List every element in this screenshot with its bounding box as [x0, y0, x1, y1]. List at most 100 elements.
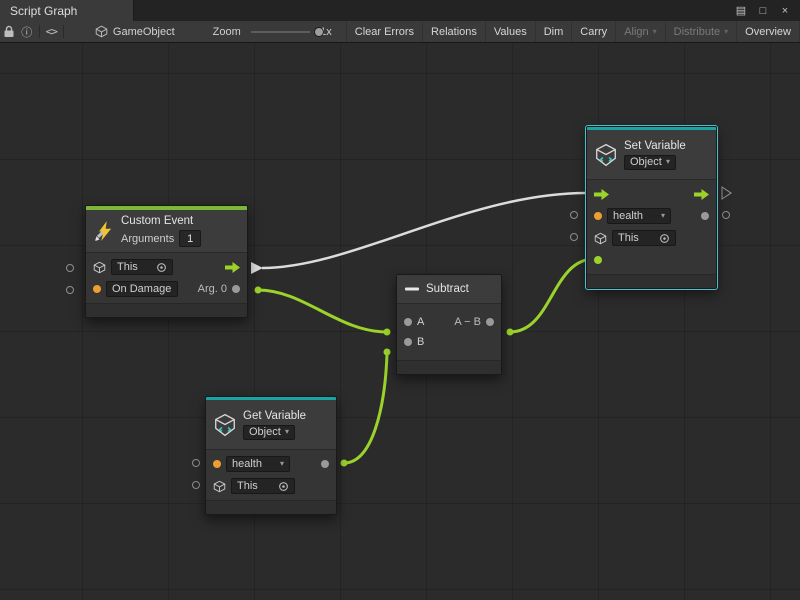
- values-label: Values: [494, 26, 527, 38]
- target-value: This: [618, 232, 655, 244]
- wire-endpoint: [384, 349, 391, 356]
- cube-icon: [93, 261, 106, 274]
- variable-kind-dropdown[interactable]: Object ▾: [243, 425, 295, 440]
- node-custom-event[interactable]: Custom Event Arguments 1 This: [85, 205, 248, 318]
- value-in-port[interactable]: [594, 256, 602, 264]
- free-port[interactable]: [571, 212, 578, 219]
- close-icon[interactable]: ×: [776, 5, 794, 17]
- input-b-port[interactable]: [404, 338, 412, 346]
- flow-in-port[interactable]: [594, 189, 609, 200]
- wire-endpoint: [255, 287, 262, 294]
- arguments-input[interactable]: 1: [179, 230, 201, 247]
- lock-icon-svg: [3, 25, 15, 38]
- toolbar-separator: [63, 25, 64, 38]
- wire-getvariable-subtract-b: [344, 354, 387, 463]
- clear-errors-button[interactable]: Clear Errors: [346, 21, 422, 42]
- align-button: Align▾: [615, 21, 664, 42]
- align-label: Align: [624, 26, 648, 38]
- value-out-port[interactable]: [701, 212, 709, 220]
- clear-errors-label: Clear Errors: [355, 26, 414, 38]
- node-subtract[interactable]: Subtract A A − B B: [396, 274, 502, 375]
- code-view-icon[interactable]: <>: [42, 21, 60, 42]
- free-port[interactable]: [193, 460, 200, 467]
- flow-out-port[interactable]: [694, 189, 709, 200]
- flow-wire-arrow: [251, 262, 263, 274]
- toolbar-separator: [39, 25, 40, 38]
- target-dropdown[interactable]: This: [111, 259, 173, 275]
- title-bar: Script Graph ▤ □ ×: [0, 0, 800, 21]
- dim-button[interactable]: Dim: [535, 21, 572, 42]
- variable-kind-dropdown[interactable]: Object ▾: [624, 155, 676, 170]
- target-dropdown[interactable]: This: [612, 230, 676, 246]
- node-footer: [397, 360, 501, 374]
- graph-toolbar: ⓘ <> GameObject Zoom 1x Clear Errors Rel…: [0, 21, 800, 43]
- carry-button[interactable]: Carry: [571, 21, 615, 42]
- node-title: Get Variable: [243, 410, 306, 422]
- cube-icon: [594, 232, 607, 245]
- free-port[interactable]: [723, 212, 730, 219]
- node-footer: [86, 303, 247, 317]
- node-footer: [587, 274, 716, 288]
- free-port[interactable]: [67, 265, 74, 272]
- info-icon[interactable]: ⓘ: [18, 21, 36, 42]
- result-out-port[interactable]: [486, 318, 494, 326]
- target-row: This: [86, 256, 247, 278]
- chevron-down-icon: ▾: [280, 460, 284, 468]
- target-value: This: [237, 480, 274, 492]
- free-flow-port[interactable]: [722, 187, 731, 199]
- subtract-row-b: B: [397, 332, 501, 352]
- overview-button[interactable]: Overview: [736, 21, 800, 42]
- free-port[interactable]: [67, 287, 74, 294]
- node-set-variable[interactable]: Set Variable Object ▾ health: [586, 126, 717, 289]
- relations-button[interactable]: Relations: [422, 21, 485, 42]
- target-value: This: [117, 261, 152, 273]
- target-picker-icon[interactable]: [659, 233, 670, 244]
- arg-out-port[interactable]: [232, 285, 240, 293]
- node-title: Set Variable: [624, 140, 686, 152]
- lock-icon[interactable]: [0, 21, 18, 42]
- tab-script-graph[interactable]: Script Graph: [0, 0, 134, 21]
- window-menu-icon[interactable]: ▤: [732, 4, 750, 17]
- input-a-port[interactable]: [404, 318, 412, 326]
- event-name-port[interactable]: [93, 285, 101, 293]
- flow-row: [587, 183, 716, 205]
- target-picker-icon[interactable]: [156, 262, 167, 273]
- wire-flow-customevent-setvariable: [262, 193, 586, 268]
- wire-endpoint: [507, 329, 514, 336]
- chevron-down-icon: ▾: [661, 212, 665, 220]
- target-picker-icon[interactable]: [278, 481, 289, 492]
- distribute-label: Distribute: [674, 26, 720, 38]
- event-row: On Damage Arg. 0: [86, 278, 247, 300]
- flow-out-port[interactable]: [225, 262, 240, 273]
- variable-icon: [213, 413, 237, 437]
- event-name-chip[interactable]: On Damage: [106, 281, 178, 297]
- value-out-port[interactable]: [321, 460, 329, 468]
- subtract-icon: [404, 281, 420, 297]
- variable-name-dropdown[interactable]: health ▾: [607, 208, 671, 224]
- carry-label: Carry: [580, 26, 607, 38]
- variable-name-port[interactable]: [594, 212, 602, 220]
- tab-label: Script Graph: [10, 4, 77, 18]
- target-dropdown[interactable]: This: [231, 478, 295, 494]
- node-get-variable[interactable]: Get Variable Object ▾ health ▾: [205, 396, 337, 515]
- free-port[interactable]: [193, 482, 200, 489]
- zoom-slider[interactable]: [251, 26, 310, 38]
- variable-name-port[interactable]: [213, 460, 221, 468]
- graph-canvas[interactable]: Custom Event Arguments 1 This: [0, 43, 800, 600]
- node-footer: [206, 500, 336, 514]
- gameobject-label: GameObject: [113, 26, 175, 38]
- wire-arg0-subtract-a: [258, 290, 387, 332]
- toolbar-button-strip: Clear Errors Relations Values Dim Carry …: [346, 21, 800, 42]
- values-button[interactable]: Values: [485, 21, 535, 42]
- zoom-slider-handle[interactable]: [314, 27, 324, 37]
- output-label: A − B: [454, 316, 481, 328]
- maximize-icon[interactable]: □: [754, 5, 772, 17]
- chevron-down-icon: ▾: [666, 158, 670, 166]
- free-port[interactable]: [571, 234, 578, 241]
- gameobject-reference[interactable]: GameObject: [95, 25, 175, 38]
- wire-endpoint: [341, 460, 348, 467]
- distribute-button: Distribute▾: [665, 21, 736, 42]
- wire-subtract-setvariable-value: [510, 259, 594, 332]
- variable-name-row: health ▾: [587, 205, 716, 227]
- variable-name-dropdown[interactable]: health ▾: [226, 456, 290, 472]
